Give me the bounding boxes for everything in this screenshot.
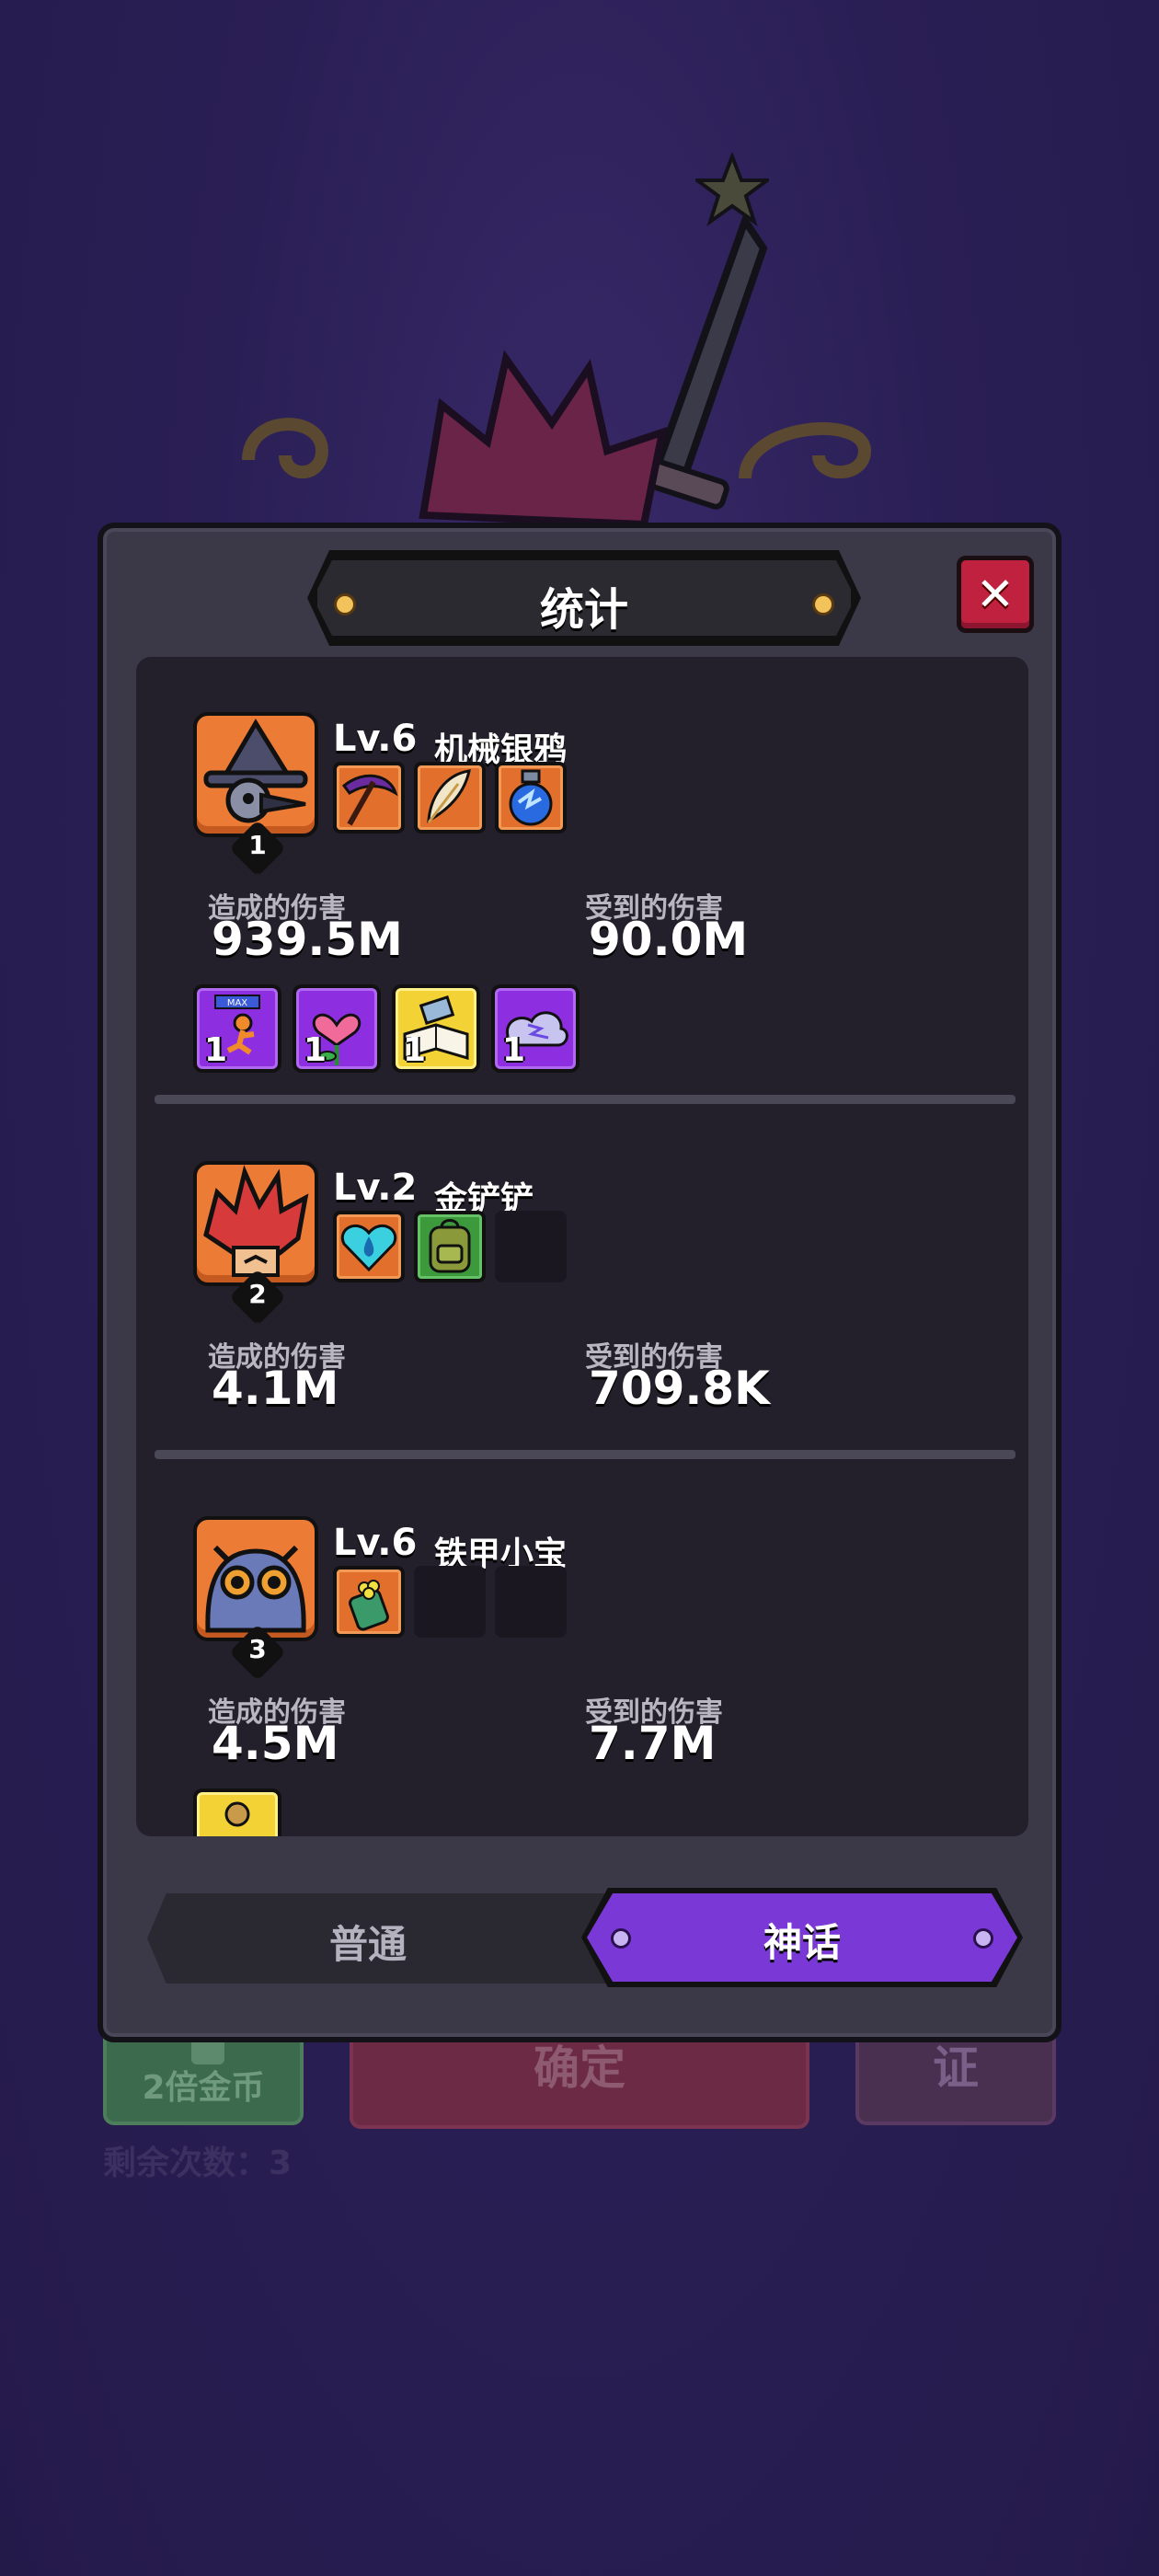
skill-card[interactable]: MAX 1: [193, 984, 281, 1073]
pickaxe-icon: [341, 774, 398, 826]
dialog-title: 统计: [539, 584, 628, 636]
rank-number: 3: [248, 1634, 267, 1664]
skill-card[interactable]: 1: [392, 984, 480, 1073]
equipment-slot[interactable]: [414, 762, 486, 834]
skill-card[interactable]: [193, 1788, 281, 1836]
tab-normal[interactable]: 普通: [147, 1893, 625, 1984]
card-count: 1: [403, 1031, 427, 1069]
swirl-decoration: [242, 418, 329, 479]
title-plate: 统计: [313, 556, 855, 640]
robot-goggles-portrait[interactable]: [193, 1516, 318, 1641]
damage-dealt-value: 4.1M: [212, 1362, 339, 1415]
stats-dialog: 统计 ✕ 1 Lv.6 机械银鸦 造成的伤害 939.5M 受到的伤害 90.0…: [98, 523, 1061, 2042]
skill-card[interactable]: 1: [293, 984, 381, 1073]
star-icon: [695, 153, 769, 226]
damage-taken-value: 709.8K: [589, 1362, 770, 1415]
hero-level: Lv.6: [333, 1522, 418, 1564]
hero-divider: [155, 1450, 1016, 1459]
mascot-hair-icon: [419, 350, 668, 529]
swirl-decoration: [739, 422, 872, 479]
damage-taken-value: 90.0M: [589, 913, 749, 966]
flower-gem-icon: [349, 1580, 389, 1631]
close-button[interactable]: ✕: [957, 556, 1034, 633]
water-heart-icon: [340, 1225, 397, 1272]
empty-equipment-slot[interactable]: [414, 1566, 486, 1638]
empty-equipment-slot[interactable]: [495, 1566, 567, 1638]
robot-goggles-icon: [205, 1545, 306, 1633]
rivet-icon: [973, 1928, 993, 1949]
rank-number: 2: [248, 1279, 267, 1309]
crow-wizard-portrait[interactable]: [193, 712, 318, 837]
equipment-slot[interactable]: [333, 1566, 405, 1638]
card-count: 1: [304, 1031, 327, 1069]
tab-myth[interactable]: 神话: [587, 1893, 1017, 1982]
svg-text:MAX: MAX: [227, 998, 247, 1008]
remaining-count-text: 剩余次数：3: [103, 2145, 293, 2182]
damage-dealt-value: 4.5M: [212, 1717, 339, 1770]
red-hair-hero-portrait[interactable]: [193, 1161, 318, 1286]
tab-myth-label: 神话: [763, 1920, 841, 1965]
card-count: 1: [204, 1031, 228, 1069]
card-count: 1: [502, 1031, 526, 1069]
skill-card-icon: [224, 1801, 250, 1827]
double-gold-label: 2倍金币: [142, 2069, 265, 2107]
equipment-slot[interactable]: [495, 762, 567, 834]
skill-card[interactable]: 1: [491, 984, 580, 1073]
backpack-icon: [429, 1219, 471, 1273]
rank-number: 1: [248, 830, 267, 860]
hero-level: Lv.6: [333, 718, 418, 760]
close-icon: ✕: [976, 568, 1015, 621]
hero-divider: [155, 1095, 1016, 1104]
damage-dealt-value: 939.5M: [212, 913, 403, 966]
rivet-icon: [812, 593, 834, 615]
feather-icon: [427, 769, 471, 823]
equipment-slot[interactable]: [333, 762, 405, 834]
potion-icon: [509, 769, 553, 826]
damage-taken-value: 7.7M: [589, 1717, 717, 1770]
red-hair-hero-icon: [203, 1165, 309, 1277]
empty-equipment-slot[interactable]: [495, 1211, 567, 1282]
hero-level: Lv.2: [333, 1167, 418, 1209]
equipment-slot[interactable]: [333, 1211, 405, 1282]
tab-normal-label: 普通: [328, 1922, 407, 1967]
equipment-slot[interactable]: [414, 1211, 486, 1282]
hero-stats-list[interactable]: 1 Lv.6 机械银鸦 造成的伤害 939.5M 受到的伤害 90.0M MAX…: [136, 657, 1028, 1836]
crow-wizard-icon: [203, 719, 308, 823]
